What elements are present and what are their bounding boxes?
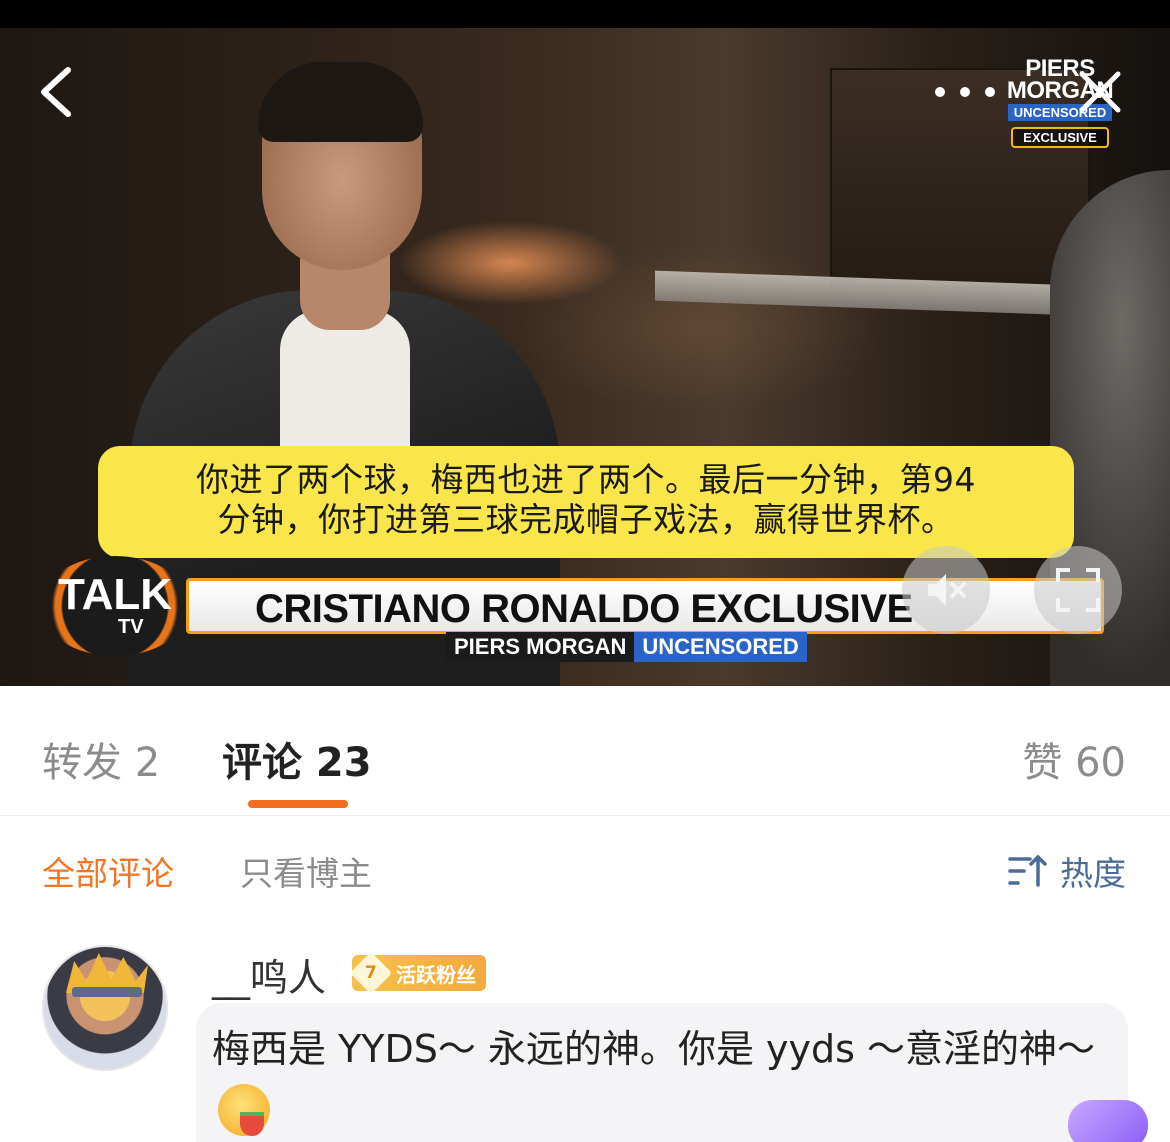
reward-badge-icon[interactable] — [1068, 1100, 1148, 1142]
banner-sub-host: PIERS MORGAN — [446, 632, 635, 662]
comment-item: __鸣人 7 活跃粉丝 梅西是 YYDS～ 永远的神。你是 yyds ～意淫的神… — [0, 917, 1170, 1142]
smiling-emoji-icon — [218, 1084, 270, 1136]
comment-filter-row: 全部评论 只看博主 热度 — [0, 817, 1170, 917]
post-tabs: 转发 2 评论 23 赞 60 — [0, 686, 1170, 816]
sort-label: 热度 — [1060, 854, 1126, 893]
avatar[interactable] — [42, 945, 168, 1071]
channel-logo: TALK TV — [40, 556, 190, 656]
filter-author-only[interactable]: 只看博主 — [240, 847, 372, 895]
chevron-left-icon[interactable] — [32, 62, 92, 122]
fullscreen-icon — [1056, 568, 1100, 612]
fan-badge[interactable]: 7 活跃粉丝 — [349, 951, 486, 995]
mute-button[interactable] — [902, 546, 990, 634]
fullscreen-button[interactable] — [1034, 546, 1122, 634]
more-dots-icon[interactable] — [930, 80, 1000, 104]
mute-icon — [928, 574, 966, 606]
sort-by-hot-button[interactable]: 热度 — [1008, 847, 1126, 895]
comment-text: 梅西是 YYDS～ 永远的神。你是 yyds ～意淫的神～ — [212, 1027, 1096, 1071]
comment-username[interactable]: __鸣人 — [212, 947, 326, 1002]
banner-sub-show: UNCENSORED — [634, 632, 807, 662]
subtitle-line-2: 分钟，你打进第三球完成帽子戏法，赢得世界杯。 — [217, 500, 955, 539]
channel-logo-sub: TV — [118, 616, 144, 638]
avatar-headband — [72, 987, 142, 997]
close-icon[interactable] — [1072, 64, 1128, 120]
active-tab-indicator — [248, 800, 348, 808]
filter-all-comments[interactable]: 全部评论 — [42, 847, 174, 895]
fan-level-number: 7 — [365, 963, 377, 983]
fan-level-badge: 7 — [349, 951, 393, 995]
video-subtitle: 你进了两个球，梅西也进了两个。最后一分钟，第94 分钟，你打进第三球完成帽子戏法… — [98, 446, 1074, 558]
status-bar-strip — [0, 0, 1170, 28]
video-player[interactable]: PIERS MORGAN UNCENSORED EXCLUSIVE 你进了两个球… — [0, 0, 1170, 686]
tab-repost[interactable]: 转发 2 — [42, 730, 160, 788]
sort-icon — [1008, 855, 1047, 887]
channel-logo-main: TALK — [57, 570, 173, 619]
tab-likes[interactable]: 赞 60 — [1022, 730, 1126, 788]
banner-subtitle: PIERS MORGAN UNCENSORED — [446, 632, 807, 662]
fan-badge-label: 活跃粉丝 — [396, 962, 476, 987]
subtitle-line-1: 你进了两个球，梅西也进了两个。最后一分钟，第94 — [196, 460, 976, 499]
comment-text-wrapper: 梅西是 YYDS～ 永远的神。你是 yyds ～意淫的神～ — [212, 1017, 1102, 1142]
show-logo-exclusive: EXCLUSIVE — [1011, 127, 1109, 148]
banner-title: CRISTIANO RONALDO EXCLUSIVE — [255, 587, 913, 631]
tab-comments[interactable]: 评论 23 — [222, 730, 372, 788]
